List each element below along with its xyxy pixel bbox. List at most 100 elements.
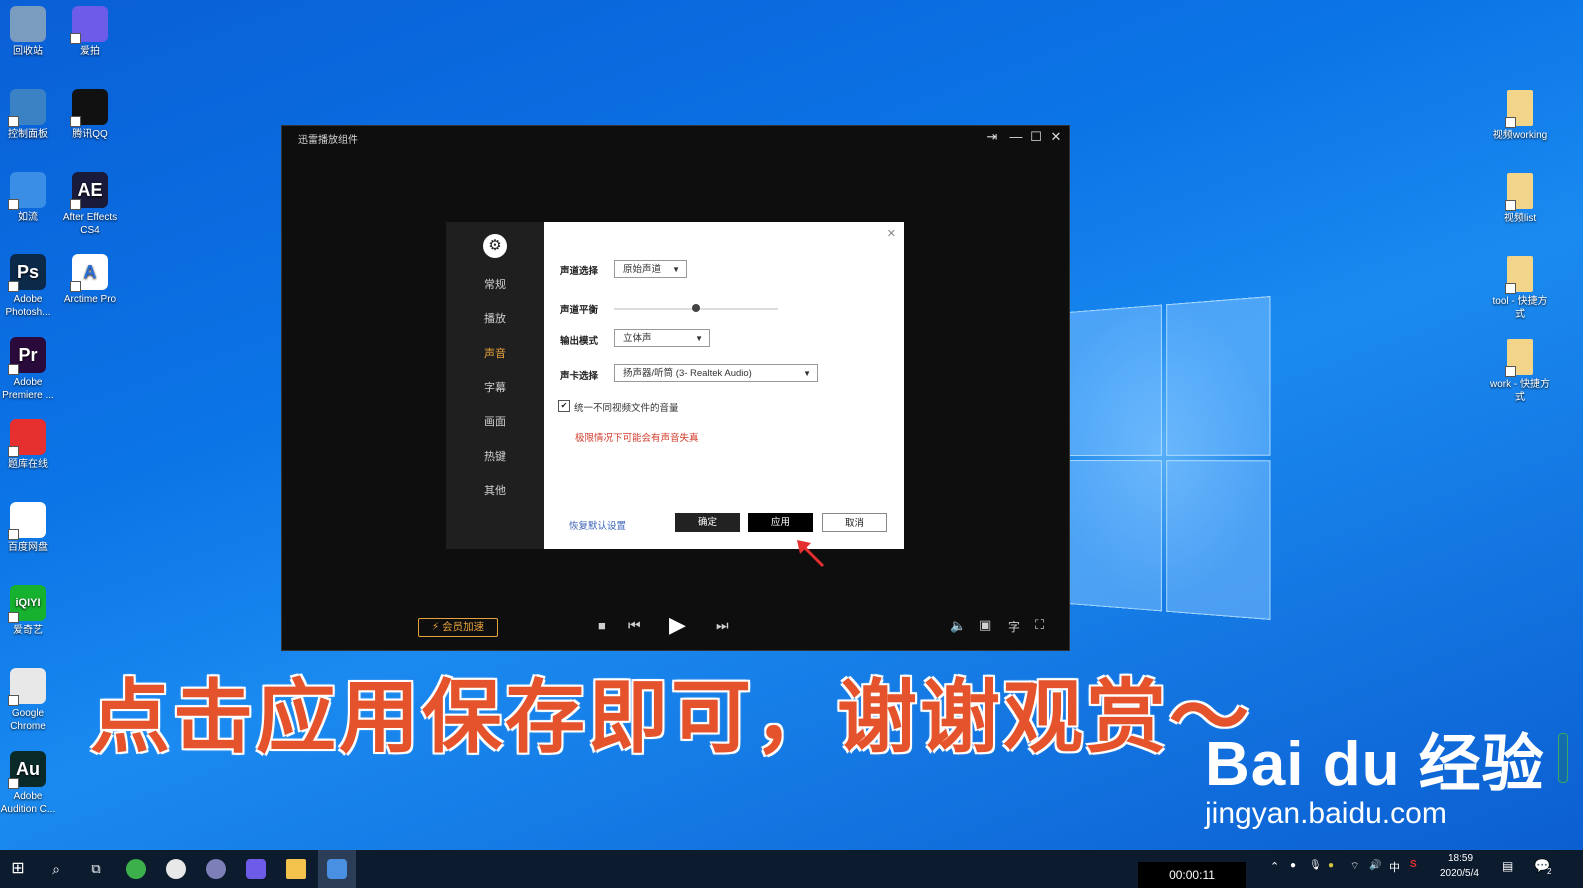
volume-icon[interactable]: 🔈 [950,618,966,634]
desktop-icon[interactable]: 控制面板 [0,89,59,141]
desktop-icon[interactable]: 腾讯QQ [59,89,121,141]
desktop-icon[interactable]: 回收站 [0,6,59,58]
clock-time[interactable]: 18:59 [1448,853,1473,864]
pointer-arrow-icon [797,540,825,568]
pin-icon[interactable]: ⇥ [983,129,1001,145]
desktop-icon[interactable]: AE After Effects CS4 [59,172,121,237]
desktop-icon[interactable]: iQIYI 爱奇艺 [0,585,59,637]
restore-defaults-link[interactable]: 恢复默认设置 [569,518,626,532]
fullscreen-icon[interactable]: ⛶ [1035,617,1044,633]
sidebar-item-picture[interactable]: 画面 [446,413,544,429]
output-select[interactable]: 立体声 ▼ [614,329,710,347]
desktop-icon[interactable]: 百度网盘 [0,502,59,554]
output-select-value: 立体声 [623,333,652,344]
slider-knob[interactable] [692,304,700,312]
desktop-icon-label: 回收站 [13,46,43,57]
sidebar-item-subtitle[interactable]: 字幕 [446,379,544,395]
normalize-volume-label: 统一不同视频文件的音量 [574,403,679,414]
xunlei-player-icon[interactable] [327,859,347,879]
arctime-icon: A [70,254,108,292]
close-button[interactable]: ✕ [1047,129,1065,145]
windows-start-icon[interactable]: ⊞ [8,859,28,879]
play-icon[interactable]: ▶ [669,612,686,638]
desktop-icon[interactable]: tool - 快捷方式 [1488,256,1552,321]
stop-icon[interactable]: ■ [598,618,606,633]
sogou-icon[interactable]: S [1410,859,1417,870]
desktop-icon-label: Adobe Premiere ... [2,377,54,401]
taskbar-app-icon[interactable] [126,859,146,879]
player-title: 迅雷播放组件 [298,135,358,146]
folder-shortcut-icon [1505,256,1533,294]
xunlei-player-window[interactable]: 迅雷播放组件 ⇥ — ☐ ✕ ⚙ 常规 播放 声音 字幕 画面 热键 其他 ✕ … [281,125,1070,651]
desktop-icon-label: Google Chrome [10,708,46,732]
desktop-icon[interactable]: Pr Adobe Premiere ... [0,337,59,402]
settings-content: ✕ 声道选择 原始声道 ▼ 声道平衡 输出模式 立体声 ▼ 声卡选择 扬声器/听… [544,222,904,549]
network-icon[interactable]: ⌔ [1350,860,1359,873]
folder-shortcut-icon [1505,339,1533,377]
ime-indicator[interactable]: 中 [1389,859,1400,875]
sidebar-item-other[interactable]: 其他 [446,482,544,498]
sidebar-item-hotkey[interactable]: 热键 [446,448,544,464]
balance-slider[interactable] [614,304,778,312]
ok-button[interactable]: 确定 [675,513,740,532]
recording-timer: 00:00:11 [1138,862,1246,888]
desktop-icon-label: After Effects CS4 [62,212,118,236]
microphone-icon[interactable]: 🎙 [1309,860,1322,871]
side-scroll-indicator[interactable] [1558,733,1568,783]
tray-chevron-up-icon[interactable]: ⌃ [1270,860,1279,873]
clock-date[interactable]: 2020/5/4 [1440,868,1479,879]
desktop-icon-label: 视频working [1492,130,1548,141]
tray-status-icon[interactable]: ● [1328,860,1334,871]
minimize-button[interactable]: — [1007,129,1025,144]
sound-card-select[interactable]: 扬声器/听筒 (3- Realtek Audio) ▼ [614,364,818,382]
folder-shortcut-icon [1505,173,1533,211]
channel-select[interactable]: 原始声道 ▼ [614,260,687,278]
previous-icon[interactable]: ⏮ [628,617,641,634]
tray-app-icon[interactable]: ● [1290,860,1296,871]
desktop-icon[interactable]: 视频list [1488,173,1552,225]
balance-label: 声道平衡 [560,305,599,316]
speaker-icon[interactable]: 🔊 [1369,860,1381,871]
chrome-icon[interactable] [166,859,186,879]
close-icon[interactable]: ✕ [887,227,896,240]
desktop-icon[interactable]: 爱拍 [59,6,121,58]
next-icon[interactable]: ⏭ [716,617,729,634]
folder-shortcut-icon [1505,90,1533,128]
sidebar-item-playback[interactable]: 播放 [446,310,544,326]
taskbar: ⊞ ⌕ ⧉ 00:00:11 ⌃ ● 🎙 ● ⌔ 🔊 中 S 18:59 202… [0,850,1583,888]
desktop-icon[interactable]: Au Adobe Audition C... [0,751,59,816]
apply-button[interactable]: 应用 [748,513,813,532]
audition-icon: Au [8,751,46,789]
sidebar-item-general[interactable]: 常规 [446,276,544,292]
windows-logo-wallpaper [1068,295,1271,621]
chevron-down-icon: ▼ [695,334,703,343]
desktop-icon[interactable]: 如流 [0,172,59,224]
desktop-icon[interactable]: work - 快捷方式 [1488,339,1552,404]
gear-icon: ⚙ [483,234,507,258]
file-explorer-icon[interactable] [286,859,306,879]
watermark-logo: Bai du 经验 [1205,730,1545,799]
desktop-icon[interactable]: Google Chrome [0,668,59,733]
desktop-icon[interactable]: A Arctime Pro [59,254,121,306]
normalize-volume-checkbox[interactable]: ✔ [558,400,570,412]
sound-card-value: 扬声器/听筒 (3- Realtek Audio) [623,368,752,379]
task-view-icon[interactable]: ⧉ [86,859,106,879]
search-icon[interactable]: ⌕ [46,859,66,879]
php-icon[interactable] [206,859,226,879]
maximize-button[interactable]: ☐ [1027,129,1045,145]
notes-icon[interactable]: ▤ [1502,859,1513,873]
vip-accelerate-button[interactable]: ⚡ 会员加速 [418,618,498,637]
desktop-icon-label: 爱拍 [80,46,100,57]
cancel-button[interactable]: 取消 [822,513,887,532]
desktop-icon[interactable]: Ps Adobe Photosh... [0,254,59,319]
desktop-icon-label: 百度网盘 [8,542,48,553]
desktop-icon[interactable]: 题库在线 [0,419,59,471]
sidebar-item-sound[interactable]: 声音 [446,345,544,361]
settings-sidebar: ⚙ 常规 播放 声音 字幕 画面 热键 其他 [446,222,544,549]
aipai-icon[interactable] [246,859,266,879]
desktop-icon-label: tool - 快捷方式 [1492,296,1548,320]
desktop-icon-label: 如流 [18,212,38,223]
screen-mode-icon[interactable]: ▣ [979,617,991,633]
desktop-icon[interactable]: 视频working [1488,90,1552,142]
subtitle-icon[interactable]: 字 [1008,618,1020,635]
